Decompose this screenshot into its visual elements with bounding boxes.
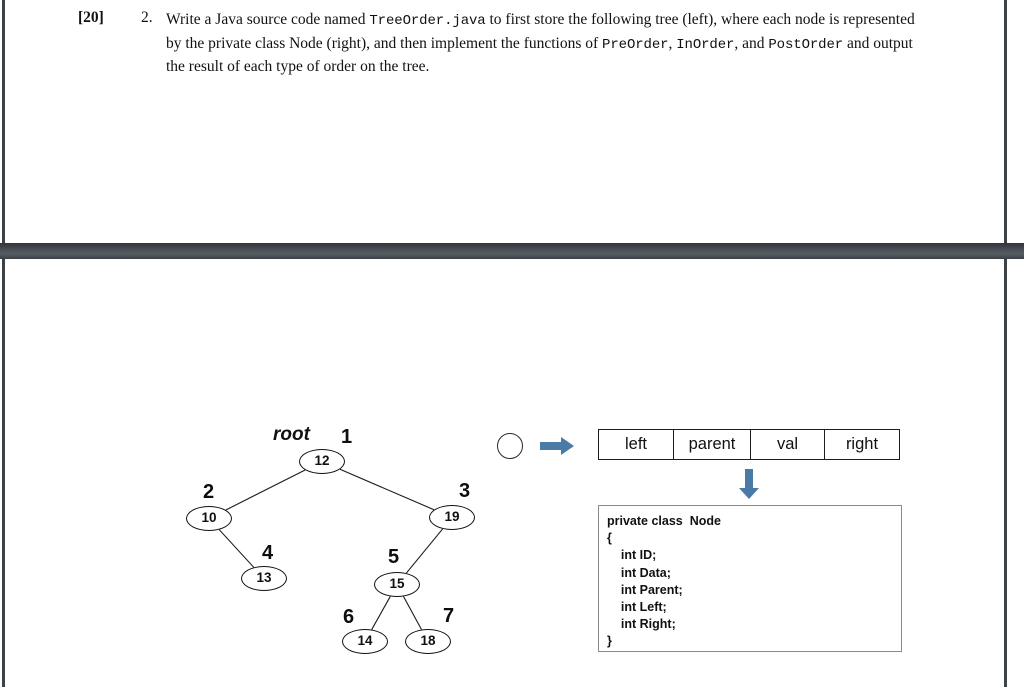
tree-root-label: root <box>273 424 310 445</box>
node-circle-icon <box>497 433 523 459</box>
tree-node-4: 13 <box>241 566 287 591</box>
tree-node-5: 15 <box>374 572 420 597</box>
tree-node-index-4: 4 <box>262 542 274 564</box>
struct-col-left: left <box>599 430 674 459</box>
tree-edge-1-2 <box>225 469 306 511</box>
question-text-fragment-7: PostOrder <box>768 36 844 53</box>
question-text-fragment-0: Write a Java source code named <box>166 11 370 28</box>
tree-node-index-5: 5 <box>388 546 400 568</box>
code-line-0: private class Node <box>607 514 721 528</box>
question-text-fragment-6: , and <box>734 34 769 52</box>
code-line-1: { <box>607 531 612 546</box>
tree-node-index-3: 3 <box>459 480 471 502</box>
tree-node-2: 10 <box>186 506 232 531</box>
node-class-code-box: private class Node { int ID; int Data; in… <box>598 505 902 652</box>
tree-node-1: 12 <box>299 449 345 474</box>
tree-edge-5-6 <box>371 596 391 630</box>
code-line-5: int Left; <box>607 600 667 615</box>
question-text: Write a Java source code named TreeOrder… <box>166 9 934 79</box>
right-arrow-icon <box>540 437 574 455</box>
question-text-fragment-3: PreOrder <box>602 36 669 53</box>
down-arrow-icon <box>739 469 759 499</box>
page-right-border <box>1004 0 1007 687</box>
question-block: [20] 2. Write a Java source code named T… <box>0 0 1004 243</box>
question-number: 2. <box>141 9 153 26</box>
code-line-2: int ID; <box>607 548 657 563</box>
struct-col-right: right <box>845 435 879 453</box>
tree-edge-2-4 <box>218 529 255 568</box>
struct-col-parent: parent <box>674 430 751 459</box>
tree-edge-5-7 <box>403 596 422 630</box>
question-text-fragment-5: InOrder <box>676 36 735 53</box>
tree-node-index-2: 2 <box>203 481 215 503</box>
tree-edge-3-5 <box>405 528 444 574</box>
tree-edge-1-3 <box>339 468 435 511</box>
figure-area: root 12 1 10 2 19 3 13 4 15 5 14 6 18 7 left parent v… <box>0 259 1004 687</box>
code-line-7: } <box>607 634 612 649</box>
tree-diagram: root 12 1 10 2 19 3 13 4 15 5 14 6 18 7 <box>160 419 500 669</box>
section-divider-bar <box>0 243 1024 259</box>
question-marks: [20] <box>78 9 104 26</box>
tree-node-3: 19 <box>429 505 475 530</box>
code-line-3: int Data; <box>607 565 671 580</box>
tree-node-index-6: 6 <box>343 606 355 628</box>
node-struct-table: left parent val right <box>598 429 900 460</box>
code-line-6: int Right; <box>607 617 676 632</box>
tree-node-6: 14 <box>342 629 388 654</box>
tree-node-index-7: 7 <box>443 605 455 627</box>
tree-node-7: 18 <box>405 629 451 654</box>
question-text-fragment-1: TreeOrder.java <box>369 13 486 29</box>
code-line-4: int Parent; <box>607 582 683 597</box>
struct-col-val: val <box>751 430 825 459</box>
tree-node-index-1: 1 <box>341 426 353 448</box>
